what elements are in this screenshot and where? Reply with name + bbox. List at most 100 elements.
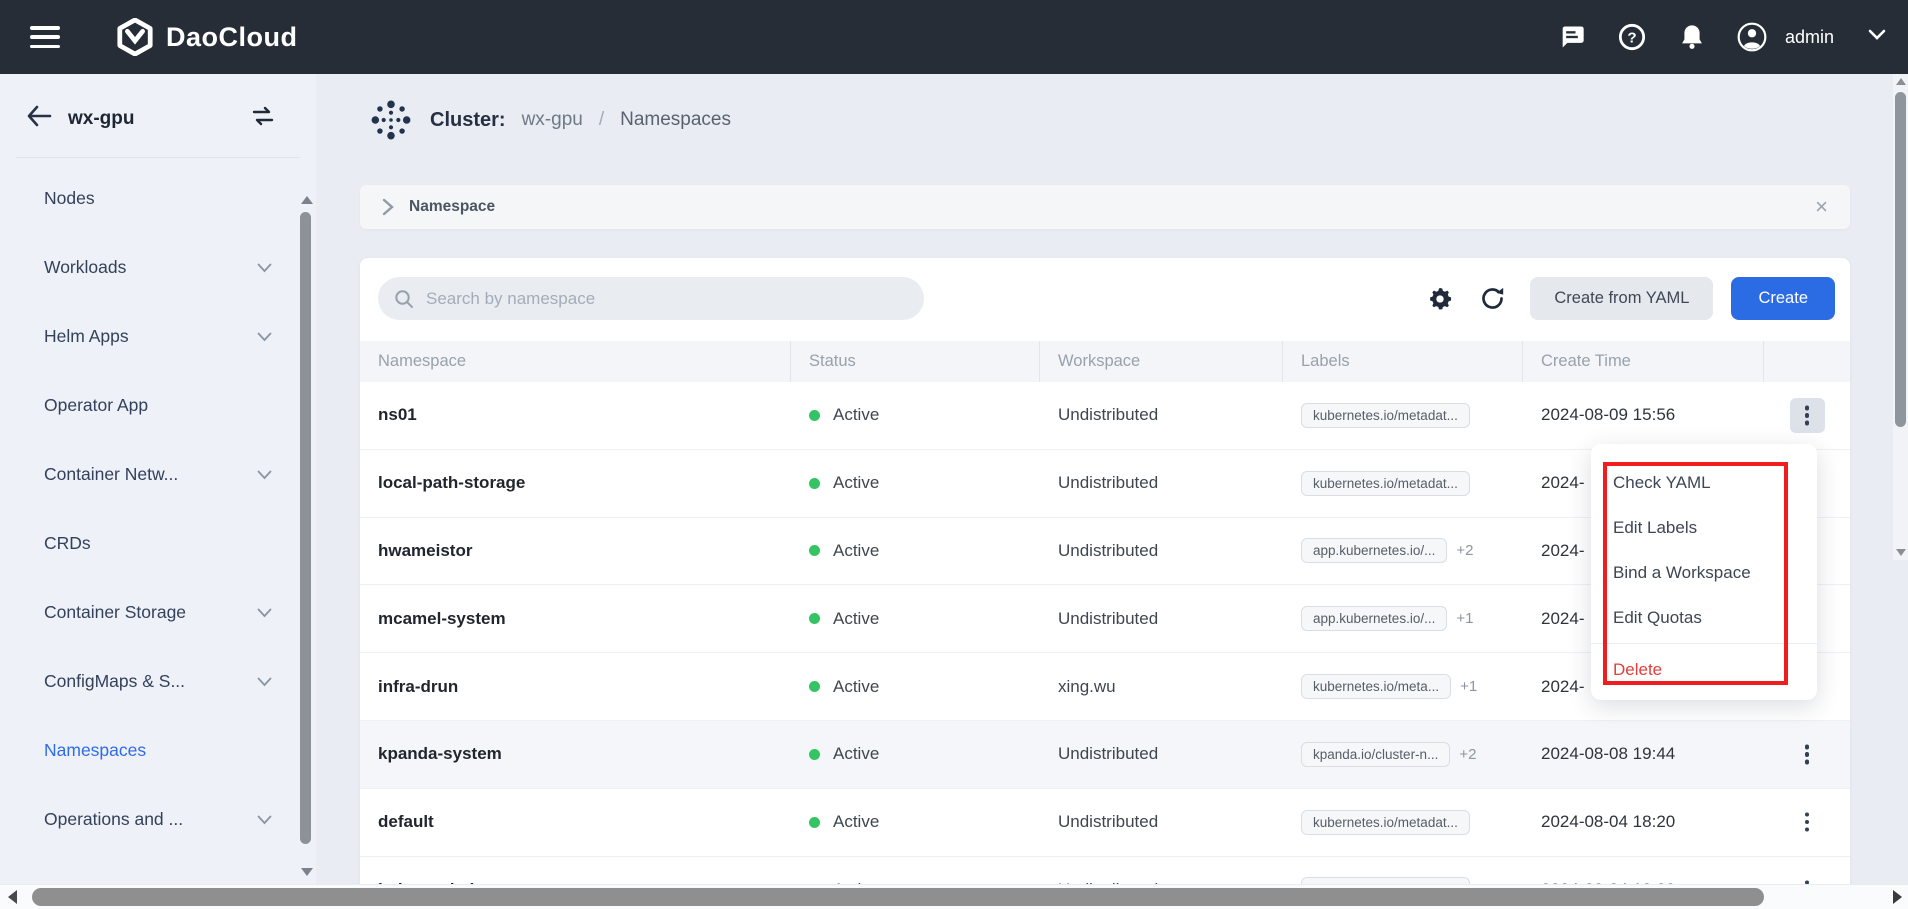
sidebar-scrollbar	[298, 74, 314, 909]
menu-item-bind-a-workspace[interactable]: Bind a Workspace	[1591, 550, 1817, 595]
status-cell: Active	[791, 405, 1040, 425]
cluster-dots-icon	[368, 97, 414, 143]
sidebar-item-helm-apps[interactable]: Helm Apps	[0, 302, 316, 371]
menu-item-edit-labels[interactable]: Edit Labels	[1591, 505, 1817, 550]
sidebar-item-nodes[interactable]: Nodes	[0, 164, 316, 233]
kebab-dots-icon	[1805, 820, 1810, 825]
sidebar-item-label: Workloads	[44, 257, 257, 278]
status-dot-icon	[809, 749, 820, 760]
search-input[interactable]	[426, 289, 908, 309]
menu-item-edit-quotas[interactable]: Edit Quotas	[1591, 595, 1817, 640]
chevron-down-icon	[257, 263, 272, 273]
status-dot-icon	[809, 817, 820, 828]
workspace-cell: Undistributed	[1040, 473, 1283, 493]
chevron-down-icon	[257, 608, 272, 618]
search-box[interactable]	[378, 277, 924, 320]
breadcrumb-cluster-name[interactable]: wx-gpu	[522, 109, 583, 131]
create-button[interactable]: Create	[1731, 277, 1835, 320]
workspace-cell: Undistributed	[1040, 744, 1283, 764]
scroll-down-arrow-icon[interactable]	[1896, 549, 1906, 556]
cube-logo-icon	[116, 18, 154, 56]
sidebar-item-workloads[interactable]: Workloads	[0, 233, 316, 302]
sidebar-item-operator-app[interactable]: Operator App	[0, 371, 316, 440]
avatar-icon[interactable]	[1737, 22, 1767, 52]
menu-toggle-icon[interactable]	[30, 26, 60, 48]
namespace-name[interactable]: kpanda-system	[360, 744, 791, 764]
table-header: NamespaceStatusWorkspaceLabelsCreate Tim…	[360, 341, 1850, 382]
namespace-name[interactable]: local-path-storage	[360, 473, 791, 493]
namespace-filter-bar[interactable]: Namespace ×	[360, 185, 1850, 229]
gear-icon[interactable]	[1426, 285, 1454, 313]
sidebar-item-label: Container Netw...	[44, 464, 257, 485]
sidebar-item-container-storage[interactable]: Container Storage	[0, 578, 316, 647]
label-chip: app.kubernetes.io/...	[1301, 606, 1447, 631]
labels-cell: kubernetes.io/metadat...	[1283, 471, 1523, 496]
labels-cell: kubernetes.io/metadat...	[1283, 403, 1523, 428]
user-name[interactable]: admin	[1785, 27, 1834, 48]
namespace-name[interactable]: default	[360, 812, 791, 832]
scroll-right-arrow-icon[interactable]	[1893, 890, 1902, 904]
back-arrow-icon[interactable]	[26, 105, 52, 132]
chat-icon[interactable]	[1557, 22, 1587, 52]
kebab-dots-icon	[1805, 413, 1810, 418]
row-actions-kebab-button[interactable]	[1790, 737, 1825, 772]
create-from-yaml-button[interactable]: Create from YAML	[1530, 277, 1713, 320]
scroll-up-arrow-icon[interactable]	[1896, 78, 1906, 85]
labels-cell: kpanda.io/cluster-n...+2	[1283, 742, 1523, 767]
sidebar: wx-gpu Nodes Workloads Helm AppsOperator A…	[0, 74, 316, 909]
status-text: Active	[833, 812, 879, 832]
column-header-namespace: Namespace	[360, 341, 791, 382]
horizontal-scrollbar-thumb[interactable]	[32, 888, 1764, 906]
sidebar-item-crds[interactable]: CRDs	[0, 509, 316, 578]
label-chip: kubernetes.io/meta...	[1301, 674, 1451, 699]
status-text: Active	[833, 609, 879, 629]
table-row-ns01: ns01ActiveUndistributedkubernetes.io/met…	[360, 382, 1850, 450]
sidebar-item-namespaces[interactable]: Namespaces	[0, 716, 316, 785]
app-window: DaoCloud ? admin wx-g	[0, 0, 1908, 909]
close-icon[interactable]: ×	[1815, 196, 1828, 218]
breadcrumb: Cluster: wx-gpu / Namespaces	[368, 94, 731, 146]
sidebar-item-label: ConfigMaps & S...	[44, 671, 257, 692]
vertical-scrollbar-thumb[interactable]	[1895, 92, 1906, 427]
labels-cell: app.kubernetes.io/... +1	[1283, 606, 1523, 631]
refresh-icon[interactable]	[1478, 285, 1506, 313]
label-chip: kubernetes.io/metadat...	[1301, 471, 1470, 496]
status-dot-icon	[809, 545, 820, 556]
status-dot-icon	[809, 681, 820, 692]
label-extra-count: +2	[1456, 542, 1473, 559]
row-actions-kebab-button[interactable]	[1790, 398, 1825, 433]
status-text: Active	[833, 541, 879, 561]
status-dot-icon	[809, 478, 820, 489]
status-cell: Active	[791, 744, 1040, 764]
scroll-up-arrow-icon[interactable]	[301, 196, 313, 204]
cluster-title: wx-gpu	[68, 108, 250, 130]
namespace-name[interactable]: infra-drun	[360, 677, 791, 697]
label-extra-count: +1	[1456, 610, 1473, 627]
namespace-name[interactable]: mcamel-system	[360, 609, 791, 629]
scroll-down-arrow-icon[interactable]	[301, 868, 313, 876]
workspace-cell: Undistributed	[1040, 541, 1283, 561]
sidebar-scrollbar-thumb[interactable]	[300, 212, 311, 844]
sidebar-nav: Nodes Workloads Helm AppsOperator App Conta…	[0, 158, 316, 854]
user-chevron-down-icon[interactable]	[1868, 28, 1886, 46]
sidebar-item-configmaps-s[interactable]: ConfigMaps & S...	[0, 647, 316, 716]
row-actions-kebab-button[interactable]	[1790, 805, 1825, 840]
table-row-kpanda-system: kpanda-systemActiveUndistributedkpanda.i…	[360, 721, 1850, 789]
create-time-cell: 2024-08-04 18:20	[1523, 812, 1764, 832]
chevron-down-icon	[257, 677, 272, 687]
namespace-name[interactable]: ns01	[360, 405, 791, 425]
scroll-left-arrow-icon[interactable]	[8, 890, 17, 904]
status-text: Active	[833, 677, 879, 697]
help-icon[interactable]: ?	[1617, 22, 1647, 52]
bell-icon[interactable]	[1677, 22, 1707, 52]
sidebar-item-container-netw[interactable]: Container Netw...	[0, 440, 316, 509]
label-chip: kubernetes.io/metadat...	[1301, 403, 1470, 428]
menu-item-check-yaml[interactable]: Check YAML	[1591, 460, 1817, 505]
brand-logo[interactable]: DaoCloud	[116, 18, 298, 56]
menu-item-delete[interactable]: Delete	[1591, 647, 1817, 692]
status-cell: Active	[791, 677, 1040, 697]
namespace-name[interactable]: hwameistor	[360, 541, 791, 561]
brand-name: DaoCloud	[166, 22, 298, 53]
switch-cluster-icon[interactable]	[250, 104, 276, 133]
sidebar-item-operations-and[interactable]: Operations and ...	[0, 785, 316, 854]
